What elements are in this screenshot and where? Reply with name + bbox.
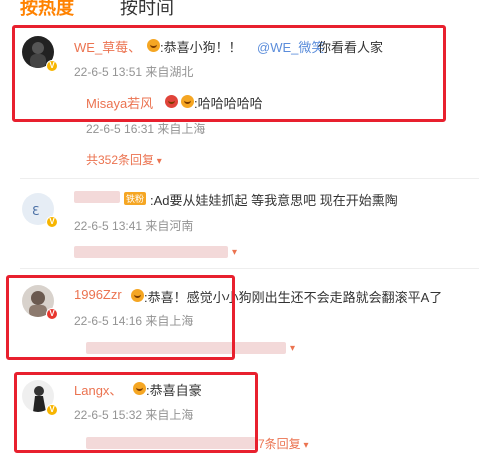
comment-text: :Ad要从娃娃抓起 等我意思吧 现在开始熏陶 (150, 193, 398, 208)
highlight-box (6, 275, 235, 360)
more-replies-link[interactable] (232, 244, 237, 258)
blurred-username (74, 191, 120, 203)
more-replies-link[interactable]: 7条回复 (258, 435, 309, 452)
sort-tabs: 按热度 按时间 (0, 0, 499, 20)
svg-text:Ɛ: Ɛ (32, 204, 39, 218)
tab-time[interactable]: 按时间 (120, 0, 174, 20)
divider (20, 178, 479, 179)
highlight-box (12, 25, 446, 122)
verified-badge-icon: V (46, 216, 58, 228)
fan-badge: 铁粉 (124, 192, 147, 205)
highlight-box (14, 372, 258, 453)
tab-hot[interactable]: 按热度 (20, 0, 74, 20)
divider (20, 268, 479, 269)
reply-meta: 22-6-5 16:31 来自上海 (86, 122, 206, 136)
blurred-replies (74, 246, 228, 258)
more-replies-link[interactable]: 共352条回复 (86, 151, 162, 168)
more-replies-link[interactable] (290, 340, 295, 354)
comment-meta: 22-6-5 13:41 来自河南 (74, 219, 194, 233)
